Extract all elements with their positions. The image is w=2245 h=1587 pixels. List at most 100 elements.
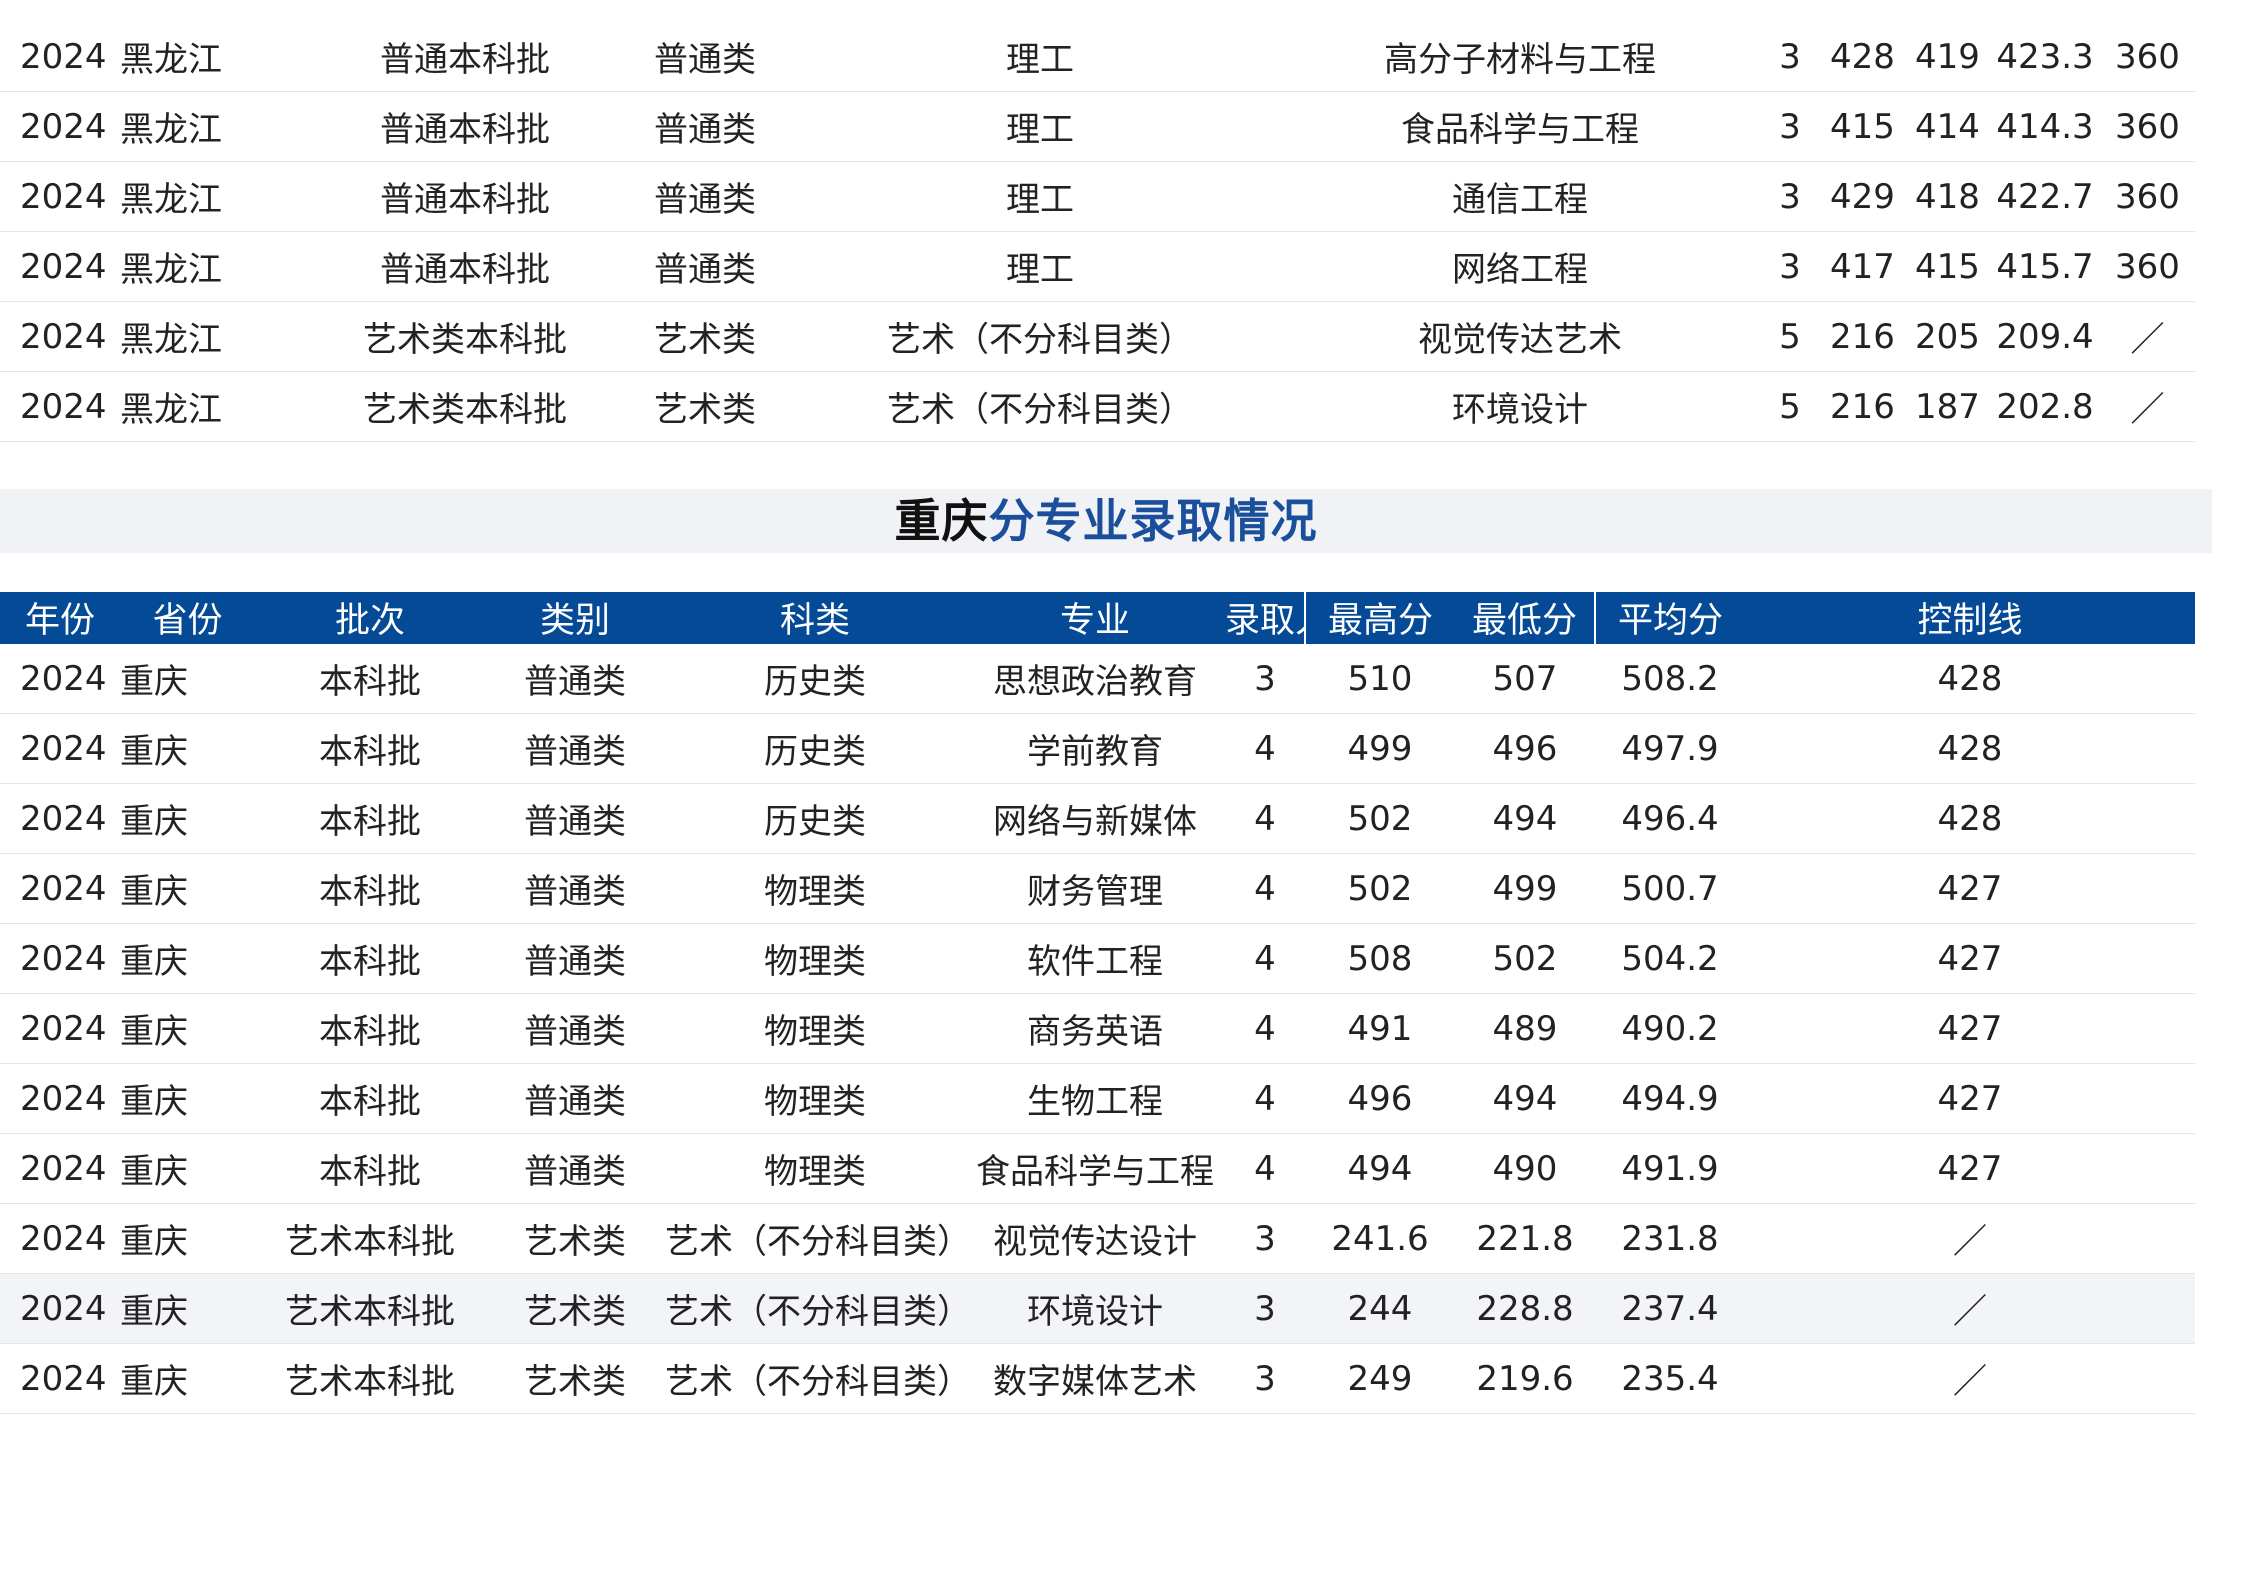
subject-type-cell: 物理类 [665,853,965,924]
admitted-count-cell: 4 [1225,853,1305,924]
major-cell: 思想政治教育 [965,643,1225,714]
max-score-cell: 429 [1820,161,1905,232]
major-cell: 软件工程 [965,923,1225,994]
chongqing-admission-table: 年份 省份 批次 类别 科类 专业 录取人数 最高分 最低分 平均分 控制线 2… [0,592,2195,1414]
min-score-cell: 205 [1905,301,1990,372]
province-cell: 重庆 [120,1133,255,1204]
max-score-cell: 249 [1305,1343,1455,1414]
avg-score-cell: 415.7 [1990,231,2100,302]
category-cell: 艺术类 [485,1203,665,1274]
column-header-max-score[interactable]: 最高分 [1304,592,1455,644]
column-header-major[interactable]: 专业 [965,592,1225,644]
year-cell: 2024 [0,993,120,1064]
batch-cell: 本科批 [255,993,485,1064]
control-line-cell: 427 [1745,1063,2195,1134]
category-cell: 普通类 [485,853,665,924]
subject-type-cell: 艺术（不分科目类） [800,301,1280,372]
table-row: 2024 重庆 本科批 普通类 物理类 食品科学与工程 4 494 490 491.9 427 [0,1133,2195,1204]
batch-cell: 艺术本科批 [255,1273,485,1344]
column-header-province[interactable]: 省份 [120,592,255,644]
admitted-count-cell: 4 [1225,783,1305,854]
max-score-cell: 417 [1820,231,1905,302]
year-cell: 2024 [0,231,120,302]
major-cell: 网络工程 [1280,231,1760,302]
subject-type-cell: 理工 [800,91,1280,162]
column-header-min-score[interactable]: 最低分 [1455,592,1595,644]
control-line-cell: ／ [2100,301,2195,372]
control-line-cell: 428 [1745,783,2195,854]
admitted-count-cell: 4 [1225,923,1305,994]
table-row: 2024 重庆 本科批 普通类 历史类 网络与新媒体 4 502 494 496.4 428 [0,783,2195,854]
year-cell: 2024 [0,1133,120,1204]
major-cell: 环境设计 [1280,371,1760,442]
control-line-cell: 427 [1745,923,2195,994]
column-header-subject-type[interactable]: 科类 [665,592,965,644]
max-score-cell: 216 [1820,301,1905,372]
subject-type-cell: 物理类 [665,1133,965,1204]
max-score-cell: 216 [1820,371,1905,442]
batch-cell: 艺术类本科批 [320,371,610,442]
admitted-count-cell: 3 [1225,1343,1305,1414]
min-score-cell: 187 [1905,371,1990,442]
max-score-cell: 244 [1305,1273,1455,1344]
control-line-cell: ／ [1745,1203,2195,1274]
max-score-cell: 499 [1305,713,1455,784]
avg-score-cell: 500.7 [1595,853,1745,924]
max-score-cell: 510 [1305,643,1455,714]
column-header-year[interactable]: 年份 [0,592,120,644]
major-cell: 生物工程 [965,1063,1225,1134]
column-header-admitted-count[interactable]: 录取人数 [1225,592,1305,644]
subject-type-cell: 理工 [800,231,1280,302]
admitted-count-cell: 5 [1760,371,1820,442]
major-cell: 食品科学与工程 [965,1133,1225,1204]
batch-cell: 本科批 [255,923,485,994]
control-line-cell: ／ [1745,1343,2195,1414]
year-cell: 2024 [0,643,120,714]
admitted-count-cell: 3 [1760,161,1820,232]
category-cell: 普通类 [485,1063,665,1134]
batch-cell: 本科批 [255,643,485,714]
subject-type-cell: 历史类 [665,783,965,854]
province-cell: 重庆 [120,923,255,994]
avg-score-cell: 237.4 [1595,1273,1745,1344]
major-cell: 商务英语 [965,993,1225,1064]
year-cell: 2024 [0,1063,120,1134]
batch-cell: 艺术本科批 [255,1343,485,1414]
min-score-cell: 415 [1905,231,1990,302]
avg-score-cell: 423.3 [1990,22,2100,92]
table-row: 2024 黑龙江 普通本科批 普通类 理工 食品科学与工程 3 415 414 … [0,91,2195,162]
heilongjiang-admission-table: 2024 黑龙江 普通本科批 普通类 理工 高分子材料与工程 3 428 419… [0,22,2195,442]
year-cell: 2024 [0,853,120,924]
section-title-text: 分专业录取情况 [988,494,1318,548]
table-row: 2024 黑龙江 普通本科批 普通类 理工 通信工程 3 429 418 422… [0,161,2195,232]
year-cell: 2024 [0,1343,120,1414]
year-cell: 2024 [0,301,120,372]
avg-score-cell: 209.4 [1990,301,2100,372]
max-score-cell: 428 [1820,22,1905,92]
province-cell: 重庆 [120,1273,255,1344]
column-header-avg-score[interactable]: 平均分 [1594,592,1745,644]
max-score-cell: 502 [1305,853,1455,924]
category-cell: 艺术类 [610,371,800,442]
column-header-control-line[interactable]: 控制线 [1745,592,2195,644]
year-cell: 2024 [0,371,120,442]
min-score-cell: 228.8 [1455,1273,1595,1344]
min-score-cell: 499 [1455,853,1595,924]
subject-type-cell: 物理类 [665,993,965,1064]
control-line-cell: 360 [2100,91,2195,162]
admitted-count-cell: 4 [1225,993,1305,1064]
admitted-count-cell: 3 [1760,91,1820,162]
major-cell: 视觉传达艺术 [1280,301,1760,372]
subject-type-cell: 理工 [800,161,1280,232]
subject-type-cell: 物理类 [665,923,965,994]
batch-cell: 本科批 [255,853,485,924]
min-score-cell: 221.8 [1455,1203,1595,1274]
column-header-category[interactable]: 类别 [485,592,665,644]
avg-score-cell: 231.8 [1595,1203,1745,1274]
admitted-count-cell: 3 [1760,22,1820,92]
avg-score-cell: 414.3 [1990,91,2100,162]
column-header-batch[interactable]: 批次 [255,592,485,644]
min-score-cell: 418 [1905,161,1990,232]
year-cell: 2024 [0,91,120,162]
major-cell: 财务管理 [965,853,1225,924]
